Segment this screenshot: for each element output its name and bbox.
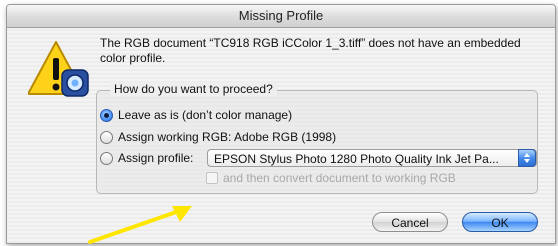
convert-checkbox[interactable]: [206, 172, 218, 184]
cancel-button[interactable]: Cancel: [372, 212, 448, 232]
dialog-message: The RGB document “TC918 RGB iCColor 1_3.…: [100, 36, 521, 65]
assign-profile-label: Assign profile:: [118, 151, 194, 165]
profile-popup-value: EPSON Stylus Photo 1280 Photo Quality In…: [214, 152, 499, 166]
ok-button[interactable]: OK: [462, 212, 538, 232]
leave-as-is-label: Leave as is (don’t color manage): [118, 108, 293, 122]
assign-profile-option[interactable]: Assign profile:: [100, 149, 193, 167]
leave-as-is-radio[interactable]: [100, 108, 113, 122]
screenshot-frame: Missing Profile The RGB document “TC918 …: [0, 0, 558, 246]
warning-icon: [28, 41, 89, 97]
assign-profile-radio[interactable]: [100, 151, 113, 165]
convert-to-working-rgb-option[interactable]: and then convert document to working RGB: [206, 171, 456, 185]
assign-working-rgb-radio[interactable]: [100, 130, 113, 144]
dialog-title: Missing Profile: [7, 5, 555, 28]
convert-checkbox-label: and then convert document to working RGB: [223, 171, 456, 185]
options-legend: How do you want to proceed?: [110, 82, 277, 96]
popup-arrows-icon: [518, 149, 536, 167]
assign-working-rgb-option[interactable]: Assign working RGB: Adobe RGB (1998): [100, 128, 336, 146]
assign-working-rgb-label: Assign working RGB: Adobe RGB (1998): [118, 130, 337, 144]
profile-popup-menu[interactable]: EPSON Stylus Photo 1280 Photo Quality In…: [207, 149, 537, 167]
leave-as-is-option[interactable]: Leave as is (don’t color manage): [100, 106, 292, 124]
